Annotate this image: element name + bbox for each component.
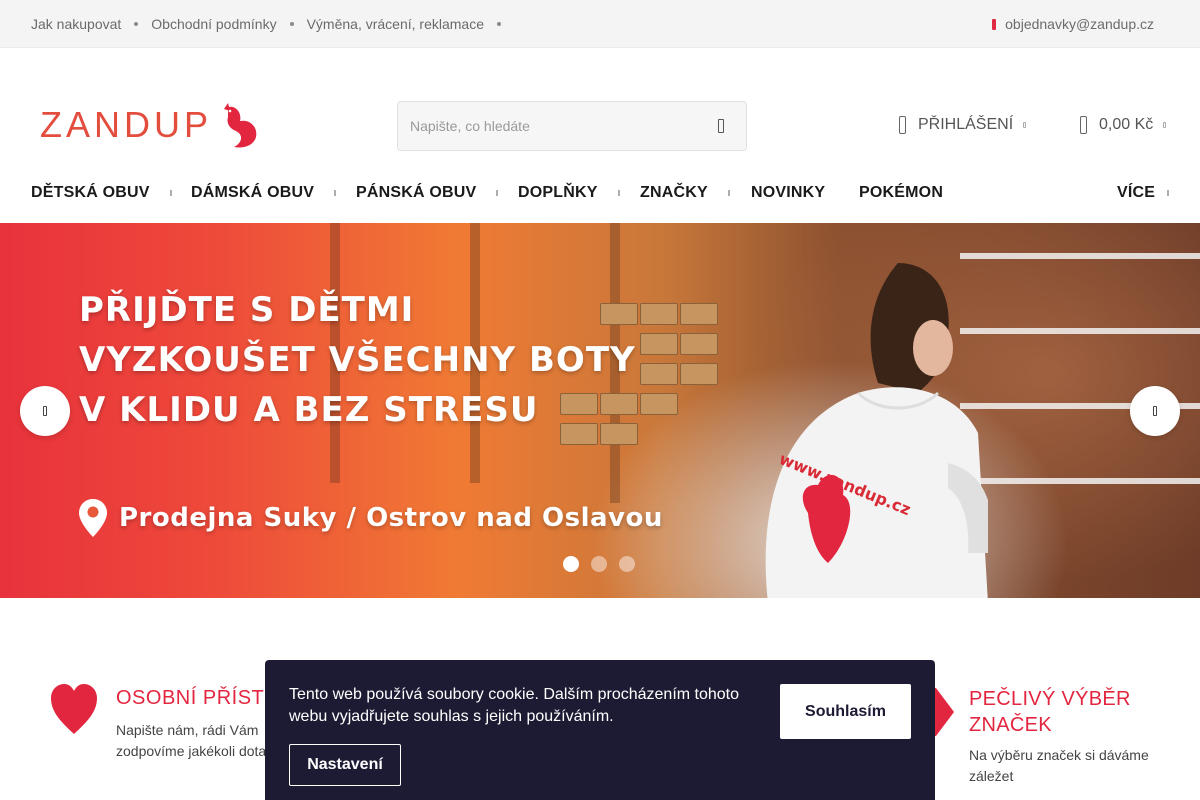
hero-title-line: PŘIJĎTE S DĚTMI <box>79 290 415 330</box>
shoebox-decoration <box>640 333 678 355</box>
search-input[interactable] <box>398 102 698 150</box>
nav-item-label: DÁMSKÁ OBUV <box>191 184 315 201</box>
separator-dot <box>289 22 294 26</box>
cookie-settings-button[interactable]: Nastavení <box>289 744 401 786</box>
chevron-left-icon <box>43 406 47 416</box>
nav-item-pokemon[interactable]: POKÉMON <box>859 184 943 202</box>
nav-item-vice[interactable]: VÍCE <box>1117 184 1170 202</box>
cart-button[interactable]: 0,00 Kč <box>1080 116 1167 134</box>
shoebox-decoration <box>640 303 678 325</box>
cookie-accept-button[interactable]: Souhlasím <box>780 684 911 739</box>
user-icon <box>899 116 906 134</box>
shelf-decoration <box>960 478 1200 484</box>
nav-item-label: ZNAČKY <box>640 184 708 201</box>
slider-dot-1[interactable] <box>563 556 579 572</box>
logo-text: ZANDUP <box>40 104 213 145</box>
nav-item-label: DOPLŇKY <box>518 184 598 201</box>
hero-title: PŘIJĎTE S DĚTMI VYZKOUŠET VŠECHNY BOTY V… <box>79 285 636 435</box>
login-button[interactable]: PŘIHLÁŠENÍ <box>899 116 1027 134</box>
logo[interactable]: ZANDUP <box>40 101 260 149</box>
slider-dots <box>563 556 647 572</box>
hero-location: Prodejna Suky / Ostrov nad Oslavou <box>79 499 663 537</box>
shoebox-decoration <box>680 333 718 355</box>
nav-item-label: DĚTSKÁ OBUV <box>31 184 150 201</box>
nav-item-label: VÍCE <box>1117 184 1156 201</box>
mail-icon <box>992 18 997 30</box>
shelf-decoration <box>960 253 1200 259</box>
nav-item-label: NOVINKY <box>751 184 826 201</box>
login-label: PŘIHLÁŠENÍ <box>918 116 1014 133</box>
benefit-title: OSOBNÍ PŘÍSTU <box>116 687 280 709</box>
cart-icon <box>1080 116 1087 134</box>
nav-item-znacky[interactable]: ZNAČKY <box>640 184 730 202</box>
shoebox-decoration <box>680 303 718 325</box>
slider-dot-3[interactable] <box>619 556 635 572</box>
map-pin-icon <box>79 499 107 537</box>
chevron-down-icon <box>169 190 172 196</box>
benefit-personal-approach: OSOBNÍ PŘÍSTU Napište nám, rádi Vám zodp… <box>51 684 279 759</box>
shoebox-decoration <box>640 363 678 385</box>
top-bar: Jak nakupovat Obchodní podmínky Výměna, … <box>0 0 1200 48</box>
cart-total: 0,00 Kč <box>1099 116 1154 133</box>
chevron-down-icon <box>334 190 337 196</box>
benefit-title: PEČLIVÝ VÝBĚR ZNAČEK <box>969 688 1131 736</box>
shoebox-decoration <box>640 393 678 415</box>
link-obchodni-podminky[interactable]: Obchodní podmínky <box>151 16 276 32</box>
shoebox-decoration <box>680 363 718 385</box>
hero-title-line: VYZKOUŠET VŠECHNY BOTY <box>79 340 636 380</box>
nav-item-label: POKÉMON <box>859 184 944 201</box>
chevron-down-icon <box>1163 122 1167 128</box>
store-assistant-image: www.zandup.cz <box>765 263 988 598</box>
search-icon[interactable] <box>718 119 724 133</box>
nav-item-label: PÁNSKÁ OBUV <box>356 184 477 201</box>
search-box <box>397 101 747 151</box>
nav-item-damska-obuv[interactable]: DÁMSKÁ OBUV <box>191 184 337 202</box>
slider-dot-2[interactable] <box>591 556 607 572</box>
shelf-decoration <box>960 328 1200 334</box>
chevron-right-icon <box>1153 406 1157 416</box>
chevron-down-icon <box>1167 190 1170 196</box>
separator-dot <box>497 22 501 26</box>
email-text[interactable]: objednavky@zandup.cz <box>1005 16 1154 32</box>
top-links: Jak nakupovat Obchodní podmínky Výměna, … <box>31 16 514 32</box>
nav-item-doplnky[interactable]: DOPLŇKY <box>518 184 620 202</box>
hero-title-line: V KLIDU A BEZ STRESU <box>79 390 539 430</box>
cookie-text: Tento web používá soubory cookie. Dalším… <box>289 686 740 725</box>
slider-prev-button[interactable] <box>20 386 70 436</box>
cookie-banner: Tento web používá soubory cookie. Dalším… <box>265 660 935 800</box>
slider-next-button[interactable] <box>1130 386 1180 436</box>
top-email[interactable]: objednavky@zandup.cz <box>992 16 1154 32</box>
kangaroo-logo-icon <box>224 103 257 148</box>
benefit-desc: Na výběru značek si dáváme záležet <box>969 747 1149 784</box>
hero-location-text: Prodejna Suky / Ostrov nad Oslavou <box>119 503 663 533</box>
main-nav: DĚTSKÁ OBUV DÁMSKÁ OBUV PÁNSKÁ OBUV DOPL… <box>0 168 1200 222</box>
nav-item-detska-obuv[interactable]: DĚTSKÁ OBUV <box>31 184 172 202</box>
chevron-down-icon <box>496 190 499 196</box>
heart-icon <box>51 684 97 734</box>
nav-item-novinky[interactable]: NOVINKY <box>751 184 825 202</box>
nav-item-panska-obuv[interactable]: PÁNSKÁ OBUV <box>356 184 499 202</box>
link-vymena-vraceni[interactable]: Výměna, vrácení, reklamace <box>307 16 484 32</box>
chevron-down-icon <box>727 190 730 196</box>
chevron-down-icon <box>617 190 620 196</box>
separator-dot <box>134 22 139 26</box>
hero-banner[interactable]: www.zandup.cz PŘIJĎTE S DĚTMI VYZKOUŠET … <box>0 223 1200 598</box>
link-jak-nakupovat[interactable]: Jak nakupovat <box>31 16 121 32</box>
chevron-down-icon <box>1023 122 1027 128</box>
